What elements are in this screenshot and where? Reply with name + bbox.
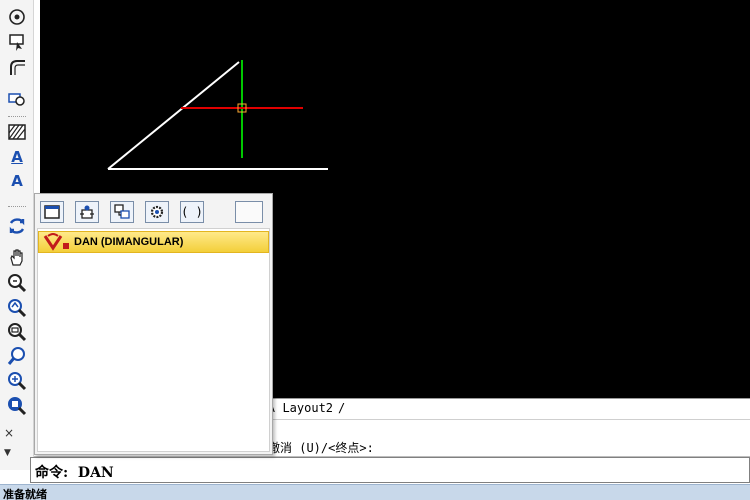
pan-icon[interactable] [5, 246, 29, 268]
blank-icon[interactable] [235, 201, 263, 223]
layers-icon[interactable] [110, 201, 134, 223]
zoom-extents-icon[interactable] [5, 395, 29, 417]
toolbar-separator [8, 116, 26, 117]
hatch-icon[interactable] [5, 121, 29, 143]
chevron-down-icon[interactable]: ▼ [4, 448, 11, 458]
status-bar: 准备就绪 [0, 484, 750, 500]
orbit-icon[interactable] [5, 6, 29, 28]
text-icon[interactable]: A [5, 170, 29, 192]
list-item-label: DAN (DIMANGULAR) [74, 236, 184, 248]
dimangular-icon [41, 232, 71, 252]
zoom-window-icon[interactable] [5, 321, 29, 343]
zoom-in-icon[interactable] [5, 370, 29, 392]
command-input-value: DAN [77, 465, 114, 481]
command-prompt-label: 命令: [35, 465, 69, 481]
tab-layout2-label: Layout2 [282, 401, 334, 415]
command-history-line: 撤消 (U)/<终点>: [268, 441, 374, 455]
autocomplete-popup: ( ) DAN (DIMANGULAR) [34, 193, 273, 455]
tab-layout2[interactable]: λ Layout2/ [268, 401, 345, 415]
fillet-icon[interactable] [5, 56, 29, 78]
table-icon[interactable] [5, 88, 29, 110]
list-item[interactable]: DAN (DIMANGULAR) [38, 231, 269, 253]
multiline-text-icon[interactable]: A [5, 146, 29, 168]
brackets-icon[interactable]: ( ) [180, 201, 204, 223]
toolbar-separator [8, 206, 26, 207]
command-line[interactable]: 命令: DAN [30, 457, 750, 483]
edit-select-icon[interactable] [5, 31, 29, 53]
zoom-dynamic-icon[interactable] [5, 345, 29, 367]
command-prompt[interactable]: 命令: DAN [35, 462, 114, 482]
settings-gear-icon[interactable] [145, 201, 169, 223]
zoom-realtime-icon[interactable] [5, 272, 29, 294]
status-text: 准备就绪 [3, 488, 47, 500]
autocomplete-toolbar: ( ) [35, 194, 272, 228]
autocomplete-list: DAN (DIMANGULAR) [37, 228, 270, 452]
zoom-previous-icon[interactable] [5, 297, 29, 319]
window-icon[interactable] [40, 201, 64, 223]
close-icon[interactable]: × [4, 426, 14, 440]
angled-line[interactable] [107, 61, 240, 170]
insert-block-icon[interactable] [75, 201, 99, 223]
tab-trailing-mark: / [338, 401, 346, 415]
regen-icon[interactable] [5, 215, 29, 237]
left-toolbar: A A [0, 0, 34, 470]
